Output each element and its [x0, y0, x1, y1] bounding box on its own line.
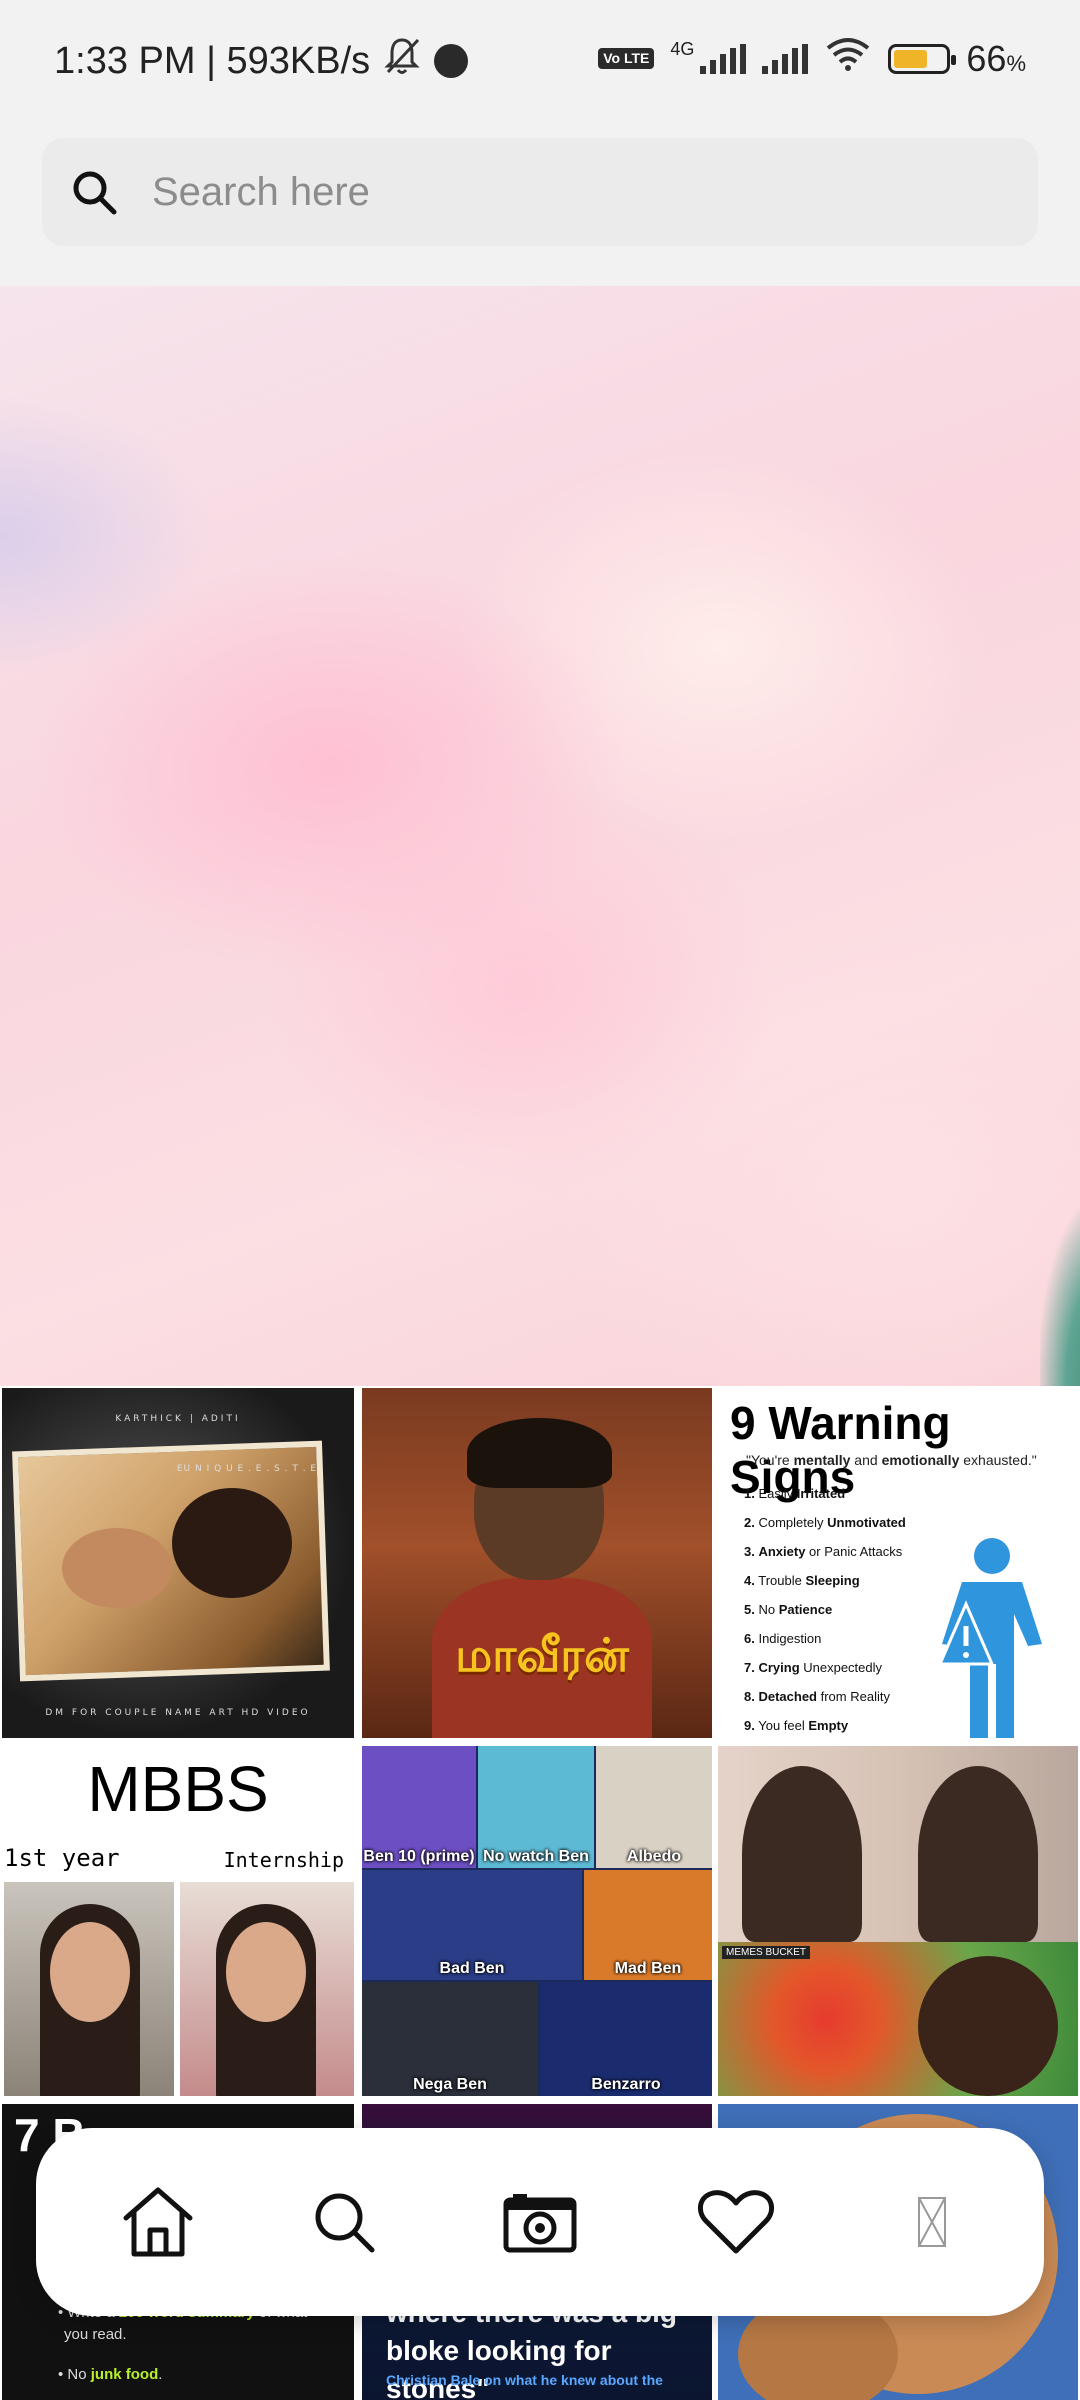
poster-hair: [467, 1418, 612, 1488]
mbbs-photo-internship: [180, 1882, 354, 2096]
warning-list-item: 9. You feel Empty: [744, 1718, 849, 1733]
tile-caption-bottom: DM FOR COUPLE NAME ART HD VIDEO: [45, 1708, 311, 1718]
ben10-cell: Nega Ben: [362, 1982, 538, 2096]
couple-figure: [172, 1488, 292, 1598]
warning-list-item: 8. Detached from Reality: [744, 1689, 890, 1704]
nav-home[interactable]: [108, 2172, 208, 2272]
status-right: Vo LTE 4G 66%: [598, 36, 1026, 81]
status-bar: 1:33 PM | 593KB/s Vo LTE 4G 66%: [0, 0, 1080, 94]
status-left: 1:33 PM | 593KB/s: [54, 36, 469, 86]
nav-likes[interactable]: [686, 2172, 786, 2272]
quote-sub: Christian Bale on what he knew about the: [386, 2372, 663, 2388]
battery-fill: [894, 49, 928, 68]
heart-icon: [698, 2190, 774, 2254]
warning-list-item: 3. Anxiety or Panic Attacks: [744, 1544, 903, 1559]
search-input[interactable]: [152, 169, 972, 215]
mbbs-title: MBBS: [87, 1753, 269, 1825]
mute-bell-icon: [384, 36, 420, 86]
warning-quote: "You're mentally and emotionally exhaust…: [746, 1452, 1037, 1468]
wifi-icon: [824, 36, 872, 81]
post-tile-meme[interactable]: MEMES BUCKET: [718, 1746, 1078, 2096]
warning-list-item: 1. Easily Irritated: [744, 1486, 846, 1501]
couple-figure: [62, 1528, 172, 1608]
search-header: [0, 94, 1080, 286]
search-icon: [73, 171, 117, 215]
meme-tag: MEMES BUCKET: [722, 1946, 811, 1959]
volte-badge: Vo LTE: [598, 48, 655, 69]
ben10-cell: No watch Ben: [478, 1746, 594, 1868]
ben10-cell: Mad Ben: [584, 1870, 712, 1980]
tips-line-1-cont: you read.: [64, 2326, 127, 2343]
ben10-cell: Ben 10 (prime): [362, 1746, 476, 1868]
mbbs-photo-first-year: [4, 1882, 174, 2096]
meme-figure: [742, 1766, 862, 1942]
notification-dot-icon: [434, 44, 469, 78]
network-type: 4G: [670, 39, 695, 59]
warning-list: 1. Easily Irritated 2. Completely Unmotiv…: [744, 1486, 906, 1738]
post-tile-ben10[interactable]: Ben 10 (prime) No watch Ben Albedo Bad B…: [362, 1746, 712, 2096]
post-tile-mbbs[interactable]: MBBS 1st year Internship: [2, 1746, 354, 2096]
poster-title: மாவீரன்: [455, 1628, 629, 1682]
post-tile-warning-signs[interactable]: 9 Warning Signs "You're mentally and emo…: [718, 1388, 1078, 1738]
warning-list-item: 5. No Patience: [744, 1602, 833, 1617]
nav-camera[interactable]: [490, 2172, 590, 2272]
ben10-cell: Benzarro: [540, 1982, 712, 2096]
post-tile-movie-poster[interactable]: மாவீரன்: [362, 1388, 712, 1738]
signal-2-icon: [762, 43, 809, 74]
home-icon: [123, 2187, 193, 2257]
mbbs-left-label: 1st year: [4, 1844, 120, 1872]
tips-line-2: • No junk food.: [58, 2366, 163, 2383]
warning-list-item: 2. Completely Unmotivated: [744, 1515, 906, 1530]
ben10-cell: Bad Ben: [362, 1870, 582, 1980]
battery-icon: [888, 43, 957, 74]
hero-foliage: [1040, 1206, 1080, 1386]
tile-caption-top: KARTHICK | ADITI: [115, 1414, 241, 1424]
warning-list-item: 7. Crying Unexpectedly: [744, 1660, 883, 1675]
status-time: 1:33 PM | 593KB/s: [54, 39, 371, 82]
camera-icon: [503, 2194, 577, 2253]
placeholder-icon: [918, 2197, 946, 2247]
nav-profile[interactable]: [882, 2172, 982, 2272]
post-tile-couple[interactable]: KARTHICK | ADITI EU N I Q U E . E . S . …: [2, 1388, 354, 1738]
search-icon: [315, 2193, 375, 2253]
warning-list-item: 6. Indigestion: [744, 1631, 822, 1646]
nav-search[interactable]: [294, 2172, 394, 2272]
signal-1-icon: [700, 43, 747, 74]
featured-image[interactable]: [0, 286, 1080, 1386]
warning-list-item: 4. Trouble Sleeping: [744, 1573, 860, 1588]
meme-face: [918, 1956, 1058, 2096]
warning-person-icon: [937, 1538, 1042, 1738]
battery-percent: 66%: [966, 37, 1026, 79]
mbbs-right-label: Internship: [223, 1848, 344, 1872]
meme-figure: [918, 1766, 1038, 1942]
ben10-cell: Albedo: [596, 1746, 712, 1868]
search-bar[interactable]: [42, 138, 1038, 246]
bottom-nav: [36, 2128, 1044, 2316]
tile-caption-right: EU N I Q U E . E . S . T . E: [176, 1464, 318, 1474]
